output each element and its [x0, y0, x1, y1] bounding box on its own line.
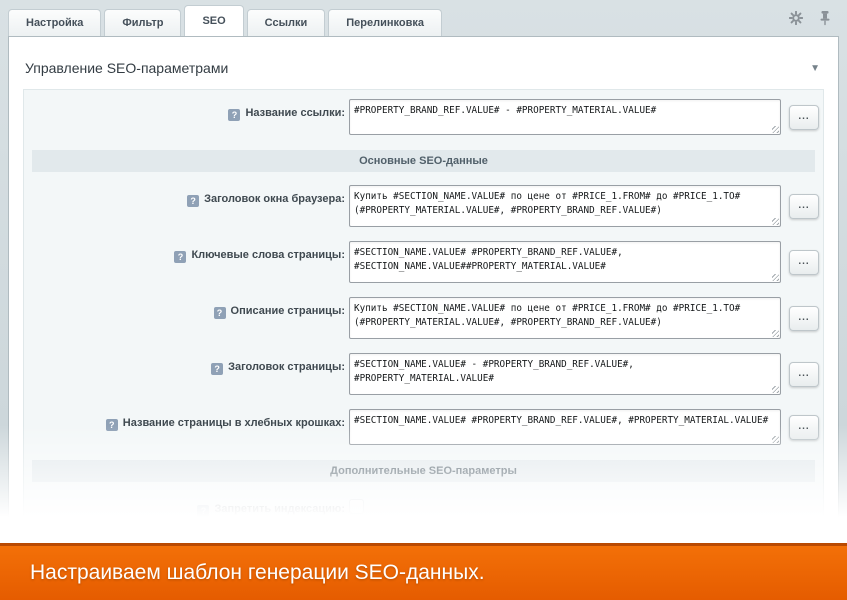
field-label: Описание страницы:: [231, 305, 345, 317]
help-icon[interactable]: ?: [187, 195, 199, 207]
field-value-cell: #PROPERTY_BRAND_REF.VALUE# - #PROPERTY_M…: [349, 99, 819, 135]
more-button[interactable]: ...: [789, 362, 819, 387]
more-button[interactable]: ...: [789, 306, 819, 331]
tab-perelinkovka[interactable]: Перелинковка: [328, 9, 442, 36]
no-index-checkbox[interactable]: [349, 499, 364, 514]
field-value-cell: Купить #SECTION_NAME.VALUE# по цене от #…: [349, 185, 819, 227]
caption-banner: Настраиваем шаблон генерации SEO-данных.: [0, 543, 847, 600]
breadcrumb-name-textarea[interactable]: #SECTION_NAME.VALUE# #PROPERTY_BRAND_REF…: [349, 409, 781, 445]
resize-grip-icon[interactable]: [772, 330, 779, 337]
field-label-cell: ? Название ссылки:: [24, 99, 349, 135]
form-row-breadcrumb-name: ? Название страницы в хлебных крошках: #S…: [24, 409, 823, 445]
resize-grip-icon[interactable]: [772, 436, 779, 443]
tab-ssylki[interactable]: Ссылки: [247, 9, 326, 36]
link-name-textarea[interactable]: #PROPERTY_BRAND_REF.VALUE# - #PROPERTY_M…: [349, 99, 781, 135]
tab-label: Перелинковка: [346, 17, 424, 29]
field-label-cell: ? Ключевые слова страницы:: [24, 241, 349, 283]
pin-icon[interactable]: [819, 10, 831, 26]
tab-label: Фильтр: [122, 17, 163, 29]
help-icon[interactable]: ?: [211, 363, 223, 375]
settings-gear-icon[interactable]: [789, 11, 803, 25]
tab-filtr[interactable]: Фильтр: [104, 9, 181, 36]
field-value-cell: #SECTION_NAME.VALUE# #PROPERTY_BRAND_REF…: [349, 409, 819, 445]
more-button[interactable]: ...: [789, 250, 819, 275]
seo-panel: Управление SEO-параметрами ▼ ? Название с…: [8, 36, 839, 600]
keywords-textarea[interactable]: #SECTION_NAME.VALUE# #PROPERTY_BRAND_REF…: [349, 241, 781, 283]
tab-label: Ссылки: [265, 17, 308, 29]
help-icon[interactable]: ?: [228, 109, 240, 121]
resize-grip-icon[interactable]: [772, 274, 779, 281]
more-button[interactable]: ...: [789, 194, 819, 219]
resize-grip-icon[interactable]: [772, 386, 779, 393]
field-label-cell: ? Заголовок окна браузера:: [24, 185, 349, 227]
field-label-cell: ? Запретить индексацию:: [24, 495, 349, 517]
page-title: Управление SEO-параметрами: [25, 60, 228, 76]
form-row-description: ? Описание страницы: Купить #SECTION_NAME…: [24, 297, 823, 339]
tab-label: SEO: [202, 15, 225, 27]
tab-nastroyka[interactable]: Настройка: [8, 9, 101, 36]
field-label: Ключевые слова страницы:: [191, 249, 345, 261]
tab-label: Настройка: [26, 17, 83, 29]
form-row-browser-title: ? Заголовок окна браузера: Купить #SECTIO…: [24, 185, 823, 227]
form-row-no-index: ? Запретить индексацию:: [24, 495, 823, 517]
field-label: Заголовок окна браузера:: [204, 193, 345, 205]
tabbar-icons: [789, 10, 831, 26]
browser-title-textarea[interactable]: Купить #SECTION_NAME.VALUE# по цене от #…: [349, 185, 781, 227]
help-icon[interactable]: ?: [106, 419, 118, 431]
field-value-cell: #SECTION_NAME.VALUE# #PROPERTY_BRAND_REF…: [349, 241, 819, 283]
panel-header: Управление SEO-параметрами ▼: [9, 37, 838, 83]
field-value-cell: #SECTION_NAME.VALUE# - #PROPERTY_BRAND_R…: [349, 353, 819, 395]
help-icon[interactable]: ?: [174, 251, 186, 263]
field-label: Название ссылки:: [245, 107, 345, 119]
more-button[interactable]: ...: [789, 105, 819, 130]
field-label: Запретить индексацию:: [214, 503, 345, 515]
form-row-link-name: ? Название ссылки: #PROPERTY_BRAND_REF.VA…: [24, 99, 823, 135]
form-row-keywords: ? Ключевые слова страницы: #SECTION_NAME.…: [24, 241, 823, 283]
tab-seo[interactable]: SEO: [184, 5, 243, 36]
description-textarea[interactable]: Купить #SECTION_NAME.VALUE# по цене от #…: [349, 297, 781, 339]
field-label-cell: ? Описание страницы:: [24, 297, 349, 339]
page-title-textarea[interactable]: #SECTION_NAME.VALUE# - #PROPERTY_BRAND_R…: [349, 353, 781, 395]
form-row-page-title: ? Заголовок страницы: #SECTION_NAME.VALUE…: [24, 353, 823, 395]
field-label: Заголовок страницы:: [228, 361, 345, 373]
form-area: ? Название ссылки: #PROPERTY_BRAND_REF.VA…: [23, 89, 824, 600]
section-header-main-seo: Основные SEO-данные: [32, 150, 815, 172]
caption-text: Настраиваем шаблон генерации SEO-данных.: [30, 561, 485, 585]
resize-grip-icon[interactable]: [772, 218, 779, 225]
resize-grip-icon[interactable]: [772, 126, 779, 133]
field-label-cell: ? Название страницы в хлебных крошках:: [24, 409, 349, 445]
field-value-cell: [349, 495, 364, 517]
help-icon[interactable]: ?: [214, 307, 226, 319]
field-label-cell: ? Заголовок страницы:: [24, 353, 349, 395]
collapse-chevron-icon[interactable]: ▼: [808, 61, 822, 76]
help-icon[interactable]: ?: [197, 505, 209, 517]
section-header-additional-seo: Дополнительные SEO-параметры: [32, 460, 815, 482]
field-value-cell: Купить #SECTION_NAME.VALUE# по цене от #…: [349, 297, 819, 339]
tab-bar: Настройка Фильтр SEO Ссылки Перелинковка: [0, 0, 847, 36]
more-button[interactable]: ...: [789, 415, 819, 440]
field-label: Название страницы в хлебных крошках:: [123, 417, 345, 429]
